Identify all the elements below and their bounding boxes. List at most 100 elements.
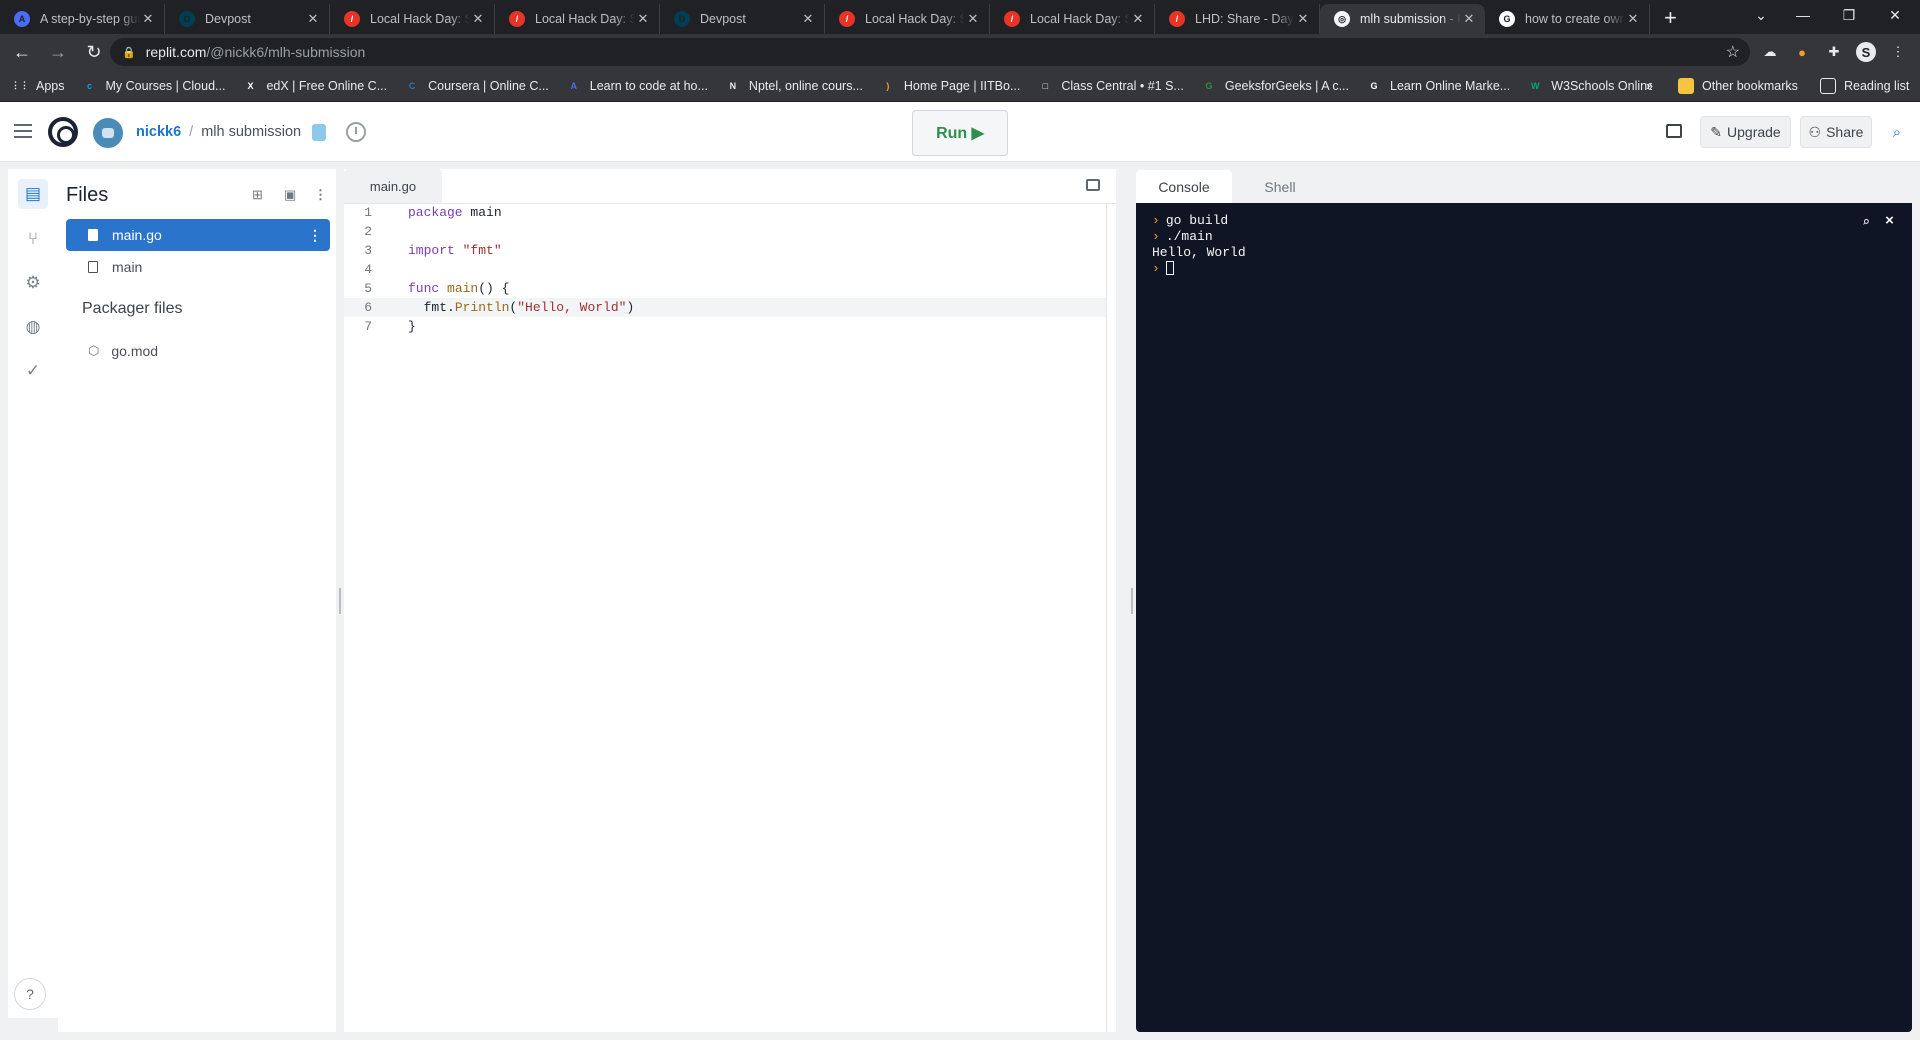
editor-scrollbar[interactable] [1106, 203, 1116, 1032]
share-button[interactable]: ⚇ Share [1800, 116, 1872, 148]
add-person-icon: ⚇ [1808, 123, 1822, 140]
minimize-icon[interactable]: — [1780, 0, 1826, 30]
bookmark-item[interactable]: C Coursera | Online C... [404, 78, 549, 94]
close-tab-icon[interactable]: ✕ [1130, 11, 1146, 27]
close-tab-icon[interactable]: ✕ [305, 11, 321, 27]
bookmark-item[interactable]: c My Courses | Cloud... [82, 78, 225, 94]
tab-favicon: A [14, 11, 30, 27]
settings-gear-icon[interactable]: ⚙ [18, 268, 48, 298]
address-bar-row: ← → ↻ 🔒 replit.com/@nickk6/mlh-submissio… [0, 34, 1920, 70]
tab-favicon: G [1499, 11, 1515, 27]
browser-tab[interactable]: Ghow to create own ✕ [1485, 4, 1650, 34]
run-button[interactable]: Run ▶ [912, 110, 1008, 156]
panel-resize-handle[interactable] [339, 588, 341, 614]
packager-files-title: Packager files [82, 300, 183, 317]
browser-tab[interactable]: / Local Hack Day: Sh ✕ [825, 4, 990, 34]
checkmark-icon[interactable]: ✓ [18, 356, 48, 386]
replit-logo[interactable] [48, 117, 78, 147]
file-item-go-mod[interactable]: ⬡ go.mod [66, 335, 330, 367]
repl-avatar[interactable] [93, 118, 123, 148]
reading-list[interactable]: Reading list [1820, 77, 1909, 94]
help-button[interactable]: ? [14, 978, 46, 1010]
console-clear-icon[interactable]: × [1885, 213, 1894, 230]
panel-resize-handle[interactable] [1131, 588, 1133, 614]
new-file-icon[interactable]: ⊞ [252, 187, 263, 203]
close-tab-icon[interactable]: ✕ [800, 11, 816, 27]
close-tab-icon[interactable]: ✕ [1295, 11, 1311, 27]
reload-icon[interactable]: ↻ [76, 34, 112, 70]
bookmarks-bar: ⋮⋮ Apps c My Courses | Cloud... XedX | Free … [0, 70, 1920, 102]
line-number: 1 [364, 205, 372, 220]
tab-search-icon[interactable]: ⌄ [1738, 0, 1784, 30]
bookmark-item[interactable]: XedX | Free Online C... [242, 78, 387, 94]
share-label: Share [1826, 124, 1864, 140]
editor-options-icon[interactable] [1086, 179, 1100, 191]
editor-tab-main-go[interactable]: main.go [344, 169, 442, 203]
close-tab-icon[interactable]: ✕ [1625, 11, 1641, 27]
browser-tab[interactable]: / LHD: Share - Day 1 ✕ [1155, 4, 1320, 34]
close-window-icon[interactable]: ✕ [1872, 0, 1918, 30]
file-item-main[interactable]: main [66, 251, 330, 283]
other-bookmarks[interactable]: Other bookmarks [1678, 77, 1798, 94]
prompt-icon: › [1152, 213, 1160, 228]
browser-tab[interactable]: D Devpost ✕ [660, 4, 825, 34]
browser-tab-bar: AA step-by-step gui ✕ D Devpost ✕ / Local Hack… [0, 0, 1920, 34]
console-text: Hello, World [1152, 245, 1246, 260]
files-more-icon[interactable]: ⋮ [314, 187, 327, 203]
url-bar[interactable]: 🔒 replit.com/@nickk6/mlh-submission ☆ [110, 38, 1750, 66]
bookmark-label: Class Central • #1 S... [1061, 78, 1184, 93]
bookmark-item[interactable]: ) Home Page | IITBo... [880, 78, 1020, 94]
bookmark-item[interactable]: G Learn Online Marke... [1366, 78, 1510, 94]
extension-cloud-icon[interactable]: ☁ [1760, 42, 1780, 62]
upgrade-button[interactable]: ✎ Upgrade [1700, 116, 1791, 148]
browser-tab[interactable]: A A step-by-step gui ✕ [0, 4, 165, 34]
files-title: Files [66, 184, 109, 206]
forward-icon[interactable]: → [40, 34, 76, 70]
code-area[interactable]: 1 package main 2 3 import "fmt" 4 5 func main()… [344, 203, 1106, 336]
browser-menu-icon[interactable]: ⋮ [1888, 42, 1908, 62]
console-search-icon[interactable]: ⌕ [1862, 215, 1870, 230]
history-icon[interactable] [346, 122, 366, 142]
new-folder-icon[interactable]: ▣ [284, 187, 296, 203]
close-tab-icon[interactable]: ✕ [965, 11, 981, 27]
chat-icon[interactable] [1666, 124, 1682, 138]
extension-fire-icon[interactable]: ● [1792, 42, 1812, 62]
file-more-icon[interactable]: ⋮ [308, 227, 322, 244]
bookmarks-more-button[interactable]: » [1646, 79, 1653, 93]
new-tab-button[interactable]: + [1650, 4, 1691, 34]
close-tab-icon[interactable]: ✕ [1461, 11, 1477, 27]
version-control-icon[interactable]: ⑂ [18, 224, 48, 254]
bookmark-item[interactable]: A Learn to code at ho... [566, 78, 708, 94]
extensions-puzzle-icon[interactable]: ✚ [1824, 42, 1844, 62]
profile-avatar[interactable]: S [1856, 42, 1876, 62]
bookmark-item[interactable]: □ Class Central • #1 S... [1037, 78, 1184, 94]
username-link[interactable]: nickk6 [136, 124, 181, 140]
close-tab-icon[interactable]: ✕ [470, 11, 486, 27]
database-icon[interactable]: ◍ [18, 312, 48, 342]
restore-icon[interactable]: ❐ [1826, 0, 1872, 30]
bookmark-item[interactable]: N Nptel, online cours... [725, 78, 863, 94]
tab-shell[interactable]: Shell [1232, 170, 1328, 204]
console-input-line[interactable]: › [1152, 261, 1896, 277]
tab-console[interactable]: Console [1136, 170, 1232, 204]
back-icon[interactable]: ← [4, 34, 40, 70]
browser-tab[interactable]: / Local Hack Day: Sh ✕ [330, 4, 495, 34]
bookmark-item[interactable]: W W3Schools Online... [1527, 78, 1652, 94]
files-icon[interactable]: ▤ [18, 179, 48, 209]
close-tab-icon[interactable]: ✕ [635, 11, 651, 27]
bookmark-item[interactable]: G GeeksforGeeks | A c... [1201, 78, 1349, 94]
repl-name[interactable]: mlh submission [201, 124, 301, 140]
hamburger-menu-icon[interactable] [14, 124, 32, 138]
search-icon[interactable]: ⌕ [1882, 117, 1912, 147]
bookmark-star-icon[interactable]: ☆ [1726, 42, 1740, 62]
browser-tab[interactable]: D Devpost ✕ [165, 4, 330, 34]
browser-tab[interactable]: / Local Hack Day: Sh ✕ [990, 4, 1155, 34]
close-tab-icon[interactable]: ✕ [140, 11, 156, 27]
line-number: 5 [364, 281, 372, 296]
browser-tab[interactable]: ◎ mlh submission - R ✕ [1320, 4, 1485, 34]
file-item-main-go[interactable]: main.go ⋮ [66, 219, 330, 251]
browser-tab[interactable]: / Local Hack Day: Sh ✕ [495, 4, 660, 34]
bookmark-item[interactable]: ⋮⋮ Apps [12, 78, 65, 94]
console-output[interactable]: ⌕ × › go build › ./main Hello, World › [1136, 203, 1912, 1032]
